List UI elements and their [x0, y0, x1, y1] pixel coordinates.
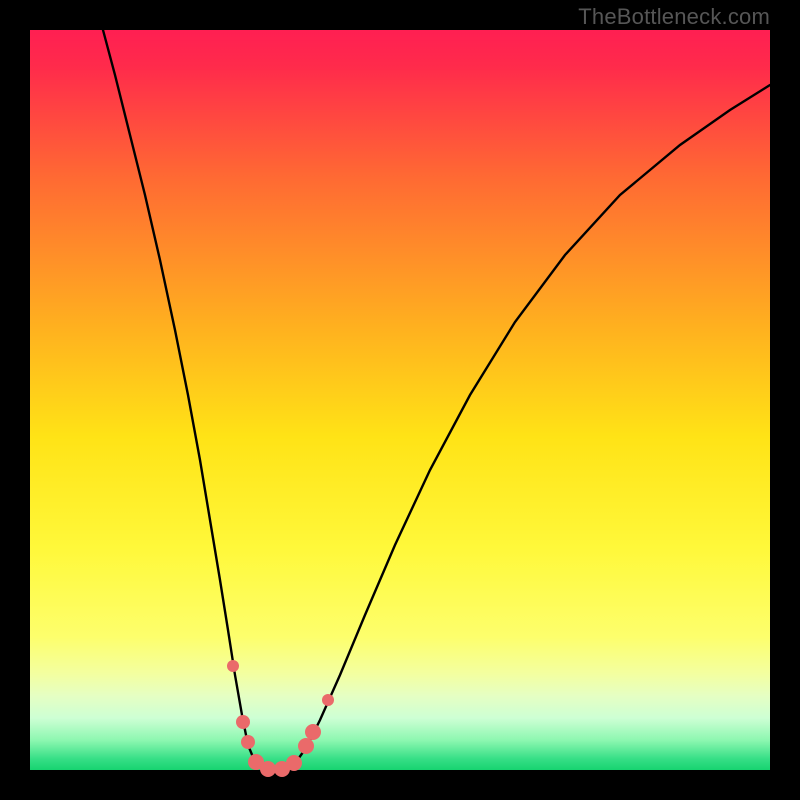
curve-layer: [30, 30, 770, 770]
chart-frame: TheBottleneck.com: [0, 0, 800, 800]
curve-marker: [227, 660, 239, 672]
curve-marker: [322, 694, 334, 706]
curve-marker: [298, 738, 314, 754]
curve-marker: [236, 715, 250, 729]
curve-marker: [286, 755, 302, 771]
curve-marker: [305, 724, 321, 740]
curve-marker: [260, 761, 276, 777]
watermark-text: TheBottleneck.com: [578, 4, 770, 30]
plot-area: [30, 30, 770, 770]
curve-marker: [241, 735, 255, 749]
curve-markers: [227, 660, 334, 777]
bottleneck-curve: [103, 30, 770, 770]
